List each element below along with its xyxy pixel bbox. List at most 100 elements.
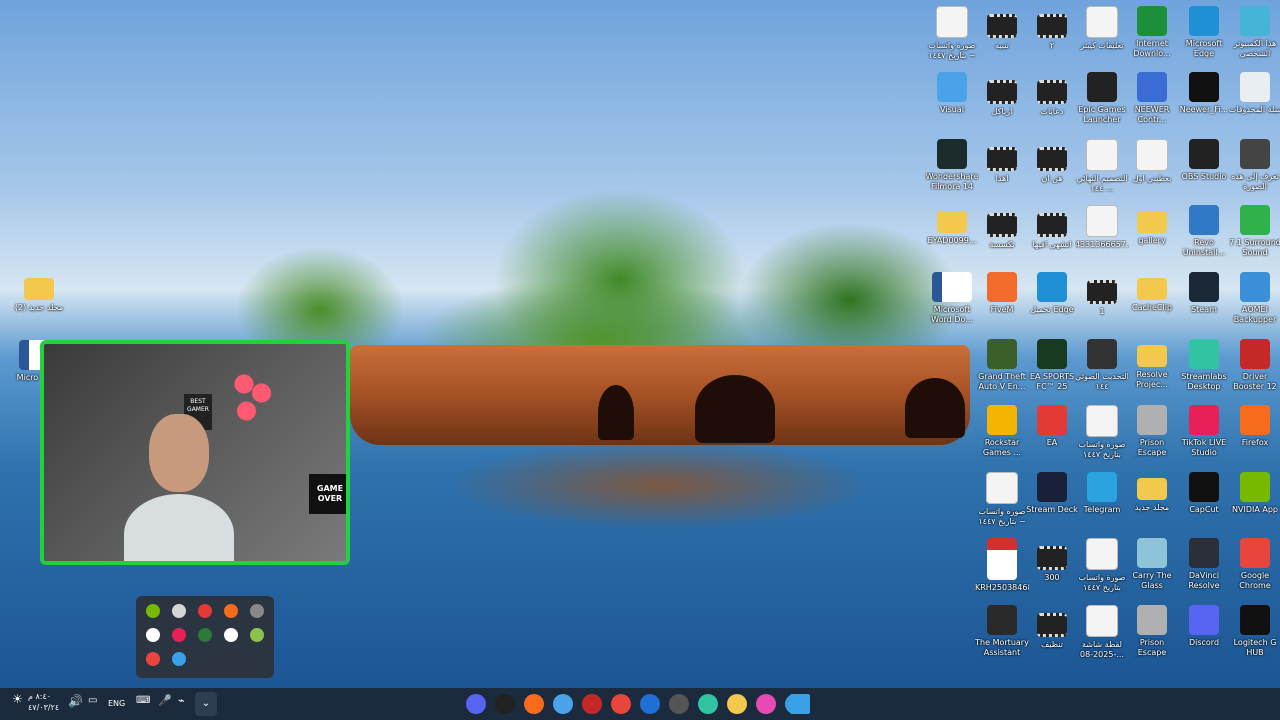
microphone-icon[interactable]: 🎤 [158, 695, 172, 706]
desktop-icon[interactable]: CapCut [1177, 472, 1231, 515]
start-icon[interactable] [790, 694, 810, 714]
tray-app-icon[interactable] [250, 604, 264, 618]
desktop-icon[interactable]: تنظيف [1025, 605, 1079, 650]
desktop-icon[interactable]: gallery [1125, 205, 1179, 246]
desktop[interactable]: صورة واتساب بتاريخ ١٤٤٧ ~ تنبيه ٢ تعليقات ك… [0, 0, 1280, 688]
desktop-icon[interactable]: تعليقات كيبتر [1075, 6, 1129, 51]
desktop-icon[interactable]: اهدا [975, 139, 1029, 184]
desktop-icon[interactable]: دعايات [1025, 72, 1079, 117]
desktop-icon[interactable]: Driver Booster 12 [1228, 339, 1280, 392]
desktop-icon[interactable]: NEEWER Contr... [1125, 72, 1179, 125]
desktop-icon[interactable]: هذا الكمبيوتر الشخصي [1228, 6, 1280, 59]
taskbar-app-icon[interactable] [611, 694, 631, 714]
desktop-icon[interactable]: TikTok LIVE Studio [1177, 405, 1231, 458]
desktop-icon[interactable]: تحميل Edge [1025, 272, 1079, 315]
taskbar-app-icon[interactable] [524, 694, 544, 714]
taskbar-app-icon[interactable] [756, 694, 776, 714]
desktop-icon[interactable]: لقطة شاشة 2025-08-... [1075, 605, 1129, 660]
desktop-icon[interactable]: The Mortuary Assistant [975, 605, 1029, 658]
clock-time[interactable]: ٨:٤٠ م [28, 692, 51, 702]
desktop-icon[interactable]: Prison Escape Simulator D... [1125, 405, 1179, 458]
desktop-icon[interactable]: بعطيني اول [1125, 139, 1179, 184]
desktop-icon[interactable]: Microsoft Word Do... [925, 272, 979, 325]
show-hidden-icons-button[interactable]: ⌄ [195, 692, 217, 716]
desktop-icon[interactable]: Revo Uninstall... [1177, 205, 1231, 258]
tray-app-icon[interactable] [146, 604, 160, 618]
taskbar-app-icon[interactable] [698, 694, 718, 714]
desktop-icon[interactable]: 300 [1025, 538, 1079, 583]
desktop-icon[interactable]: مجلد جديد (2) [12, 272, 66, 313]
tray-app-icon[interactable] [146, 652, 160, 666]
desktop-icon[interactable]: Carry The Glass [1125, 538, 1179, 591]
desktop-icon[interactable]: CacheClip [1125, 272, 1179, 313]
desktop-icon[interactable]: EA SPORTS FC™ 25 [1025, 339, 1079, 392]
desktop-icon[interactable]: 7.1 Surround Sound [1228, 205, 1280, 258]
desktop-icon[interactable]: Internet Downlo... [1125, 6, 1179, 59]
language-indicator[interactable]: ENG [108, 699, 125, 709]
tray-app-icon[interactable] [250, 628, 264, 642]
tray-app-icon[interactable] [172, 628, 186, 642]
desktop-icon[interactable]: FiveM [975, 272, 1029, 315]
desktop-icon[interactable]: تعرف إلى هذه الصورة [1228, 139, 1280, 192]
desktop-icon[interactable]: Visual [925, 72, 979, 115]
taskbar-app-icon[interactable] [495, 694, 515, 714]
clock-date[interactable]: ٤٧/٠٣/٢٤ [28, 703, 59, 713]
desktop-icon[interactable]: تنبيه [975, 6, 1029, 51]
desktop-icon[interactable]: AOMEI Backupper [1228, 272, 1280, 325]
taskbar-app-icon[interactable] [640, 694, 660, 714]
desktop-icon[interactable]: Streamlabs Desktop [1177, 339, 1231, 392]
desktop-icon[interactable]: صورة واتساب بتاريخ ١٤٤٧ [1075, 538, 1129, 593]
speaker-icon[interactable]: 🔊 [68, 695, 83, 707]
desktop-icon[interactable]: Logitech G HUB [1228, 605, 1280, 658]
desktop-icon[interactable]: Grand Theft Auto V En... [975, 339, 1029, 392]
desktop-icon[interactable]: صورة واتساب بتاريخ ١٤٤٧ [1075, 405, 1129, 460]
taskbar-app-icon[interactable] [669, 694, 689, 714]
taskbar-app-icon[interactable] [466, 694, 486, 714]
desktop-icon[interactable]: Resolve Projec... [1125, 339, 1179, 390]
desktop-icon[interactable]: OBS Studio [1177, 139, 1231, 182]
tray-app-icon[interactable] [172, 652, 186, 666]
tray-app-icon[interactable] [146, 628, 160, 642]
desktop-icon[interactable]: Prison Escape Simulator D... [1125, 605, 1179, 658]
desktop-icon[interactable]: تكسسة [975, 205, 1029, 250]
desktop-icon[interactable]: صورة واتساب بتاريخ ١٤٤٧ ~ [925, 6, 979, 61]
network-off-icon[interactable]: ⌁ [178, 695, 185, 706]
desktop-icon[interactable]: ٢ [1025, 6, 1079, 51]
tray-app-icon[interactable] [198, 604, 212, 618]
desktop-icon[interactable]: Neewer_Fi... [1177, 72, 1231, 115]
desktop-icon[interactable]: Stream Deck [1025, 472, 1079, 515]
tray-app-icon[interactable] [224, 628, 238, 642]
desktop-icon[interactable]: Wondershare Filmora 14 [925, 139, 979, 192]
desktop-icon[interactable]: التحديث الضوئي ١٤٤ [1075, 339, 1129, 392]
desktop-icon[interactable]: 4331366657... [1075, 205, 1129, 250]
desktop-icon[interactable]: مجلد جديد [1125, 472, 1179, 513]
desktop-icon[interactable]: DaVinci Resolve [1177, 538, 1231, 591]
weather-icon[interactable]: ☀ [12, 693, 23, 705]
desktop-icon[interactable]: صورة واتساب بتاريخ ١٤٤٧ ~ [975, 472, 1029, 527]
tray-app-icon[interactable] [224, 604, 238, 618]
desktop-icon[interactable]: هن ان [1025, 139, 1079, 184]
desktop-icon[interactable]: NVIDIA App [1228, 472, 1280, 515]
tray-app-icon[interactable] [172, 604, 186, 618]
desktop-icon[interactable]: Firefox [1228, 405, 1280, 448]
desktop-icon[interactable]: Microsoft Edge [1177, 6, 1231, 59]
desktop-icon[interactable]: 1 [1075, 272, 1129, 317]
desktop-icon[interactable]: اتشهي افيها [1025, 205, 1079, 250]
display-icon[interactable]: ▭ [88, 696, 97, 706]
desktop-icon[interactable]: التصميم النهائي ١٤٤ ... [1075, 139, 1129, 194]
desktop-icon[interactable]: EYAD0099... [925, 205, 979, 246]
desktop-icon[interactable]: Discord [1177, 605, 1231, 648]
desktop-icon[interactable]: Epic Games Launcher [1075, 72, 1129, 125]
taskbar-app-icon[interactable] [582, 694, 602, 714]
desktop-icon[interactable]: ارباكل [975, 72, 1029, 117]
desktop-icon[interactable]: Rockstar Games ... [975, 405, 1029, 458]
desktop-icon[interactable]: سلة المحذوفات [1228, 72, 1280, 115]
desktop-icon[interactable]: EA [1025, 405, 1079, 448]
tray-app-icon[interactable] [198, 628, 212, 642]
taskbar-app-icon[interactable] [553, 694, 573, 714]
desktop-icon[interactable]: KRH25038468 [975, 538, 1029, 593]
desktop-icon[interactable]: Google Chrome [1228, 538, 1280, 591]
desktop-icon[interactable]: Steam [1177, 272, 1231, 315]
taskbar-app-icon[interactable] [727, 694, 747, 714]
keyboard-icon[interactable]: ⌨ [136, 696, 150, 706]
